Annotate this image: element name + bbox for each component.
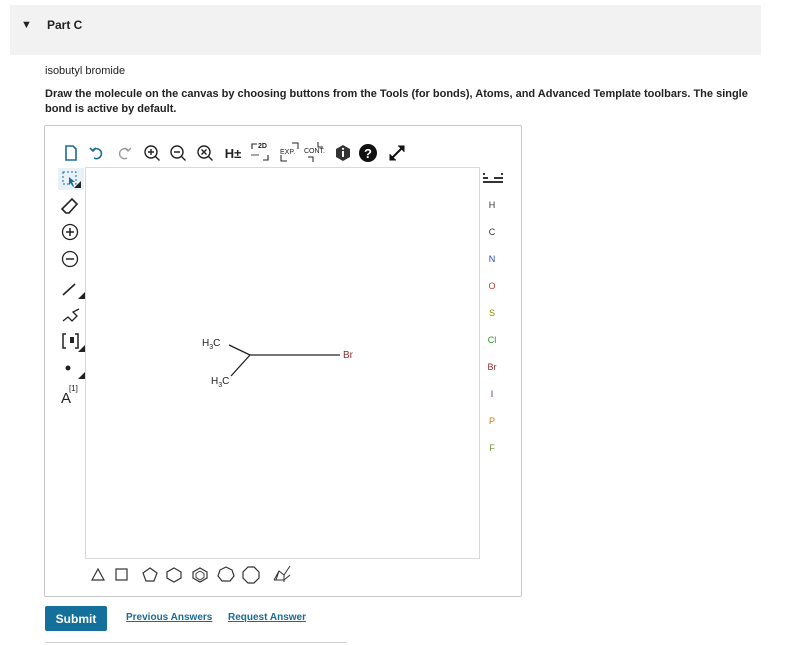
atom-button-c[interactable]: C <box>482 227 502 237</box>
atom-button-o[interactable]: O <box>482 281 502 291</box>
molecule-structure <box>228 344 340 377</box>
atom-label-text: H3C <box>202 338 221 351</box>
cyclobutane-template-icon[interactable] <box>115 568 128 581</box>
chair-template-icon[interactable] <box>273 565 291 582</box>
atom-button-br[interactable]: Br <box>482 362 502 372</box>
previous-answers-link[interactable]: Previous Answers <box>126 612 212 623</box>
template-toolbar <box>90 565 291 584</box>
divider <box>45 642 347 643</box>
atom-label-ch3-bottom[interactable]: H3C <box>211 376 229 389</box>
cyclooctane-template-icon[interactable] <box>242 566 260 584</box>
atom-button-f[interactable]: F <box>482 443 502 453</box>
atom-button-s[interactable]: S <box>482 308 502 318</box>
cyclopentane-template-icon[interactable] <box>142 567 158 582</box>
cyclohexane-template-icon[interactable] <box>166 567 182 583</box>
request-answer-link[interactable]: Request Answer <box>228 612 306 623</box>
atom-label-text: H3C <box>211 376 230 389</box>
atom-button-p[interactable]: P <box>482 416 502 426</box>
periodic-table-icon[interactable] <box>481 168 505 188</box>
cycloheptane-template-icon[interactable] <box>217 566 235 582</box>
atom-button-n[interactable]: N <box>482 254 502 264</box>
atom-label-br[interactable]: Br <box>343 350 353 361</box>
atom-button-i[interactable]: I <box>482 389 502 399</box>
benzene-template-icon[interactable] <box>192 567 208 583</box>
atom-button-cl[interactable]: Cl <box>482 335 502 345</box>
submit-button[interactable]: Submit <box>45 606 107 631</box>
atom-button-h[interactable]: H <box>482 200 502 210</box>
atom-label-ch3-top[interactable]: H3C <box>202 338 220 351</box>
cyclopropane-template-icon[interactable] <box>90 567 106 581</box>
